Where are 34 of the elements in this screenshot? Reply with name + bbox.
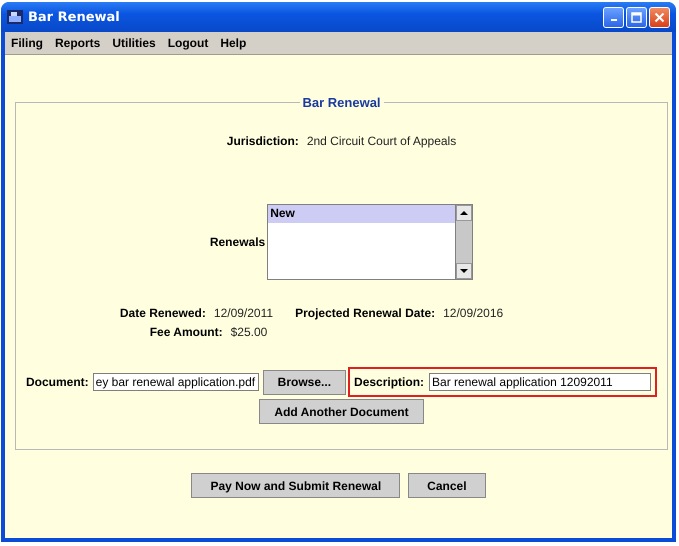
browse-button[interactable]: Browse... xyxy=(262,370,346,394)
minimize-button[interactable] xyxy=(603,6,624,28)
close-icon xyxy=(654,12,665,22)
menu-item[interactable]: Reports xyxy=(55,36,100,50)
add-document-button[interactable]: Add Another Document xyxy=(259,399,424,424)
cancel-button[interactable]: Cancel xyxy=(408,473,486,498)
description-field[interactable]: Bar renewal application 12092011 xyxy=(429,373,652,391)
field-label: Document: xyxy=(26,375,89,389)
field-value: 2nd Circuit Court of Appeals xyxy=(306,134,456,148)
document-field[interactable]: ey bar renewal application.pdf xyxy=(92,373,259,391)
submit-button[interactable]: Pay Now and Submit Renewal xyxy=(191,473,400,498)
field-label: Description: xyxy=(354,375,424,389)
renewals-list[interactable]: New xyxy=(267,204,474,280)
field-label: Fee Amount: xyxy=(150,325,223,339)
maximize-icon xyxy=(631,12,642,22)
field-label: Date Renewed: xyxy=(120,306,206,320)
field-label: Jurisdiction: xyxy=(226,134,299,148)
menu-item[interactable]: Logout xyxy=(168,36,208,50)
menu-item[interactable]: Utilities xyxy=(112,36,156,50)
menu-item[interactable]: Help xyxy=(220,36,246,50)
field-value: 12/09/2016 xyxy=(443,306,504,320)
list-item[interactable]: New xyxy=(268,205,456,223)
menu-item[interactable]: Filing xyxy=(11,36,43,50)
panel-title: Bar Renewal xyxy=(302,95,382,110)
close-button[interactable] xyxy=(649,6,670,28)
field-value: 12/09/2011 xyxy=(214,306,274,320)
window-title: Bar Renewal xyxy=(28,10,120,24)
maximize-button[interactable] xyxy=(626,6,647,28)
app-icon xyxy=(7,10,23,24)
field-label: Projected Renewal Date: xyxy=(295,306,436,320)
scroll-bar[interactable] xyxy=(455,205,472,279)
minimize-icon xyxy=(610,19,616,21)
field-value: $25.00 xyxy=(230,325,268,339)
field-label: Renewals xyxy=(210,235,266,249)
